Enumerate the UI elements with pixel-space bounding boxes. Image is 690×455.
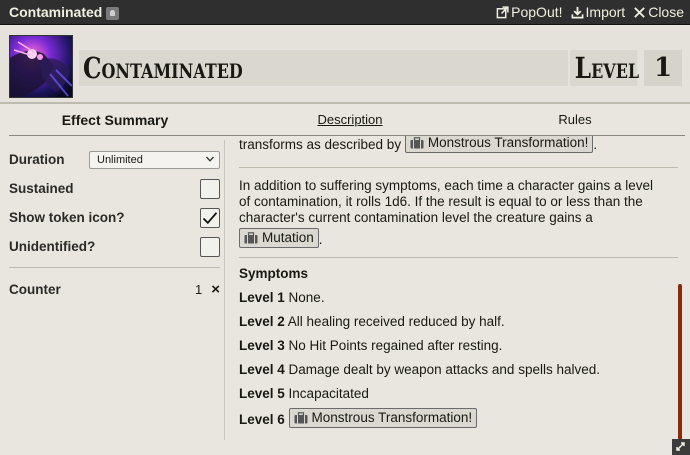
symptom-level-label: Level 2 [239,314,285,329]
tab-rules[interactable]: Rules [470,104,680,136]
download-icon [571,6,583,18]
level-value-field[interactable]: 1 [644,50,682,86]
link-label: Monstrous Transformation! [427,136,589,150]
close-label: Close [648,4,684,20]
description-divider [239,257,678,258]
item-header: Contaminated Level 1 [0,26,690,104]
para-line: In addition to suffering symptoms, each … [239,178,653,193]
unidentified-row: Unidentified? [9,232,220,261]
level-block: Level 1 [570,50,682,86]
counter-value[interactable]: 1 [195,282,202,297]
duration-row: Duration Unlimited [9,145,220,174]
unidentified-checkbox[interactable] [200,236,220,257]
symptom-level-label: Level 5 [239,386,285,401]
tab-effect-summary[interactable]: Effect Summary [0,104,230,136]
symptom-level-5: Level 5 Incapacitated [239,386,369,402]
effect-portrait[interactable] [9,35,73,98]
symptom-level-label: Level 3 [239,338,285,353]
duration-select[interactable]: Unlimited [89,150,220,169]
symptom-level-label: Level 1 [239,290,285,305]
close-icon [634,6,646,18]
counter-remove-button[interactable]: × [211,281,220,298]
description-cut-line: transforms as described by Monstrous Tra… [239,136,597,153]
effect-summary-panel: Duration Unlimited Sustained Show token … [9,145,220,300]
suitcase-icon [244,232,258,244]
description-panel[interactable]: transforms as described by Monstrous Tra… [239,136,678,455]
symptom-level-3: Level 3 No Hit Points regained after res… [239,338,502,354]
duration-value: Unlimited [97,153,143,166]
close-button[interactable]: Close [633,4,684,20]
para-line: character's current contamination level … [239,210,593,225]
symptom-level-4: Level 4 Damage dealt by weapon attacks a… [239,362,600,378]
sustained-label: Sustained [9,181,74,196]
resize-icon [676,442,685,451]
symptom-level-2: Level 2 All healing received reduced by … [239,314,505,330]
duration-label: Duration [9,152,65,167]
external-link-icon [496,5,509,18]
description-cut-text: transforms as described by [239,137,402,152]
description-scrollbar[interactable] [678,284,682,440]
effect-name-field[interactable]: Contaminated [79,50,568,86]
unidentified-label: Unidentified? [9,239,96,254]
import-button[interactable]: Import [571,4,626,20]
summary-divider [9,267,220,268]
show-token-checkbox[interactable] [200,207,220,228]
symptom-text: Damage dealt by weapon attacks and spell… [288,362,600,377]
tab-description[interactable]: Description [230,104,470,136]
lock-badge-icon [106,6,120,20]
suitcase-icon [294,412,308,424]
panel-divider [224,140,225,440]
para-line: Mutation . [239,228,675,248]
mutation-link[interactable]: Mutation [239,228,319,248]
link-label: Monstrous Transformation! [311,410,473,425]
sustained-row: Sustained [9,174,220,203]
link-label: Mutation [262,230,314,245]
counter-label: Counter [9,281,61,297]
show-token-label: Show token icon? [9,210,125,225]
popout-button[interactable]: PopOut! [496,4,563,20]
symptom-level-1: Level 1 None. [239,290,325,306]
sustained-checkbox[interactable] [200,178,220,199]
para-line: of contamination, it rolls 1d6. If the r… [239,194,643,209]
portrait-image [10,36,72,97]
suitcase-icon [410,137,424,149]
description-divider [239,167,678,168]
checkmark-icon [202,211,218,224]
import-label: Import [585,4,626,20]
resize-handle[interactable] [672,439,690,455]
monstrous-transformation-link[interactable]: Monstrous Transformation! [288,408,478,428]
window-controls: PopOut! Import Close [496,4,684,20]
sheet-tabs: Effect Summary Description Rules [0,104,690,136]
symptom-level-label: Level 4 [239,362,285,377]
level-label: Level [570,50,639,86]
popout-label: PopOut! [511,4,563,20]
chevron-down-icon [206,156,214,162]
window-title: Contaminated [9,4,103,20]
window-titlebar[interactable]: Contaminated PopOut! Import Close [0,0,690,25]
counter-row: Counter 1 × [9,278,220,300]
symptom-text: None. [288,290,325,305]
contamination-paragraph: In addition to suffering symptoms, each … [239,178,675,248]
effect-name: Contaminated [83,51,243,85]
monstrous-transformation-link[interactable]: Monstrous Transformation! [404,136,594,153]
symptom-text: All healing received reduced by half. [287,314,505,329]
symptom-text: Incapacitated [288,386,369,401]
show-token-row: Show token icon? [9,203,220,232]
symptom-text: No Hit Points regained after resting. [288,338,503,353]
symptom-level-label: Level 6 [239,412,285,427]
symptom-level-6: Level 6 Monstrous Transformation! [239,408,478,428]
symptoms-heading: Symptoms [239,266,309,281]
